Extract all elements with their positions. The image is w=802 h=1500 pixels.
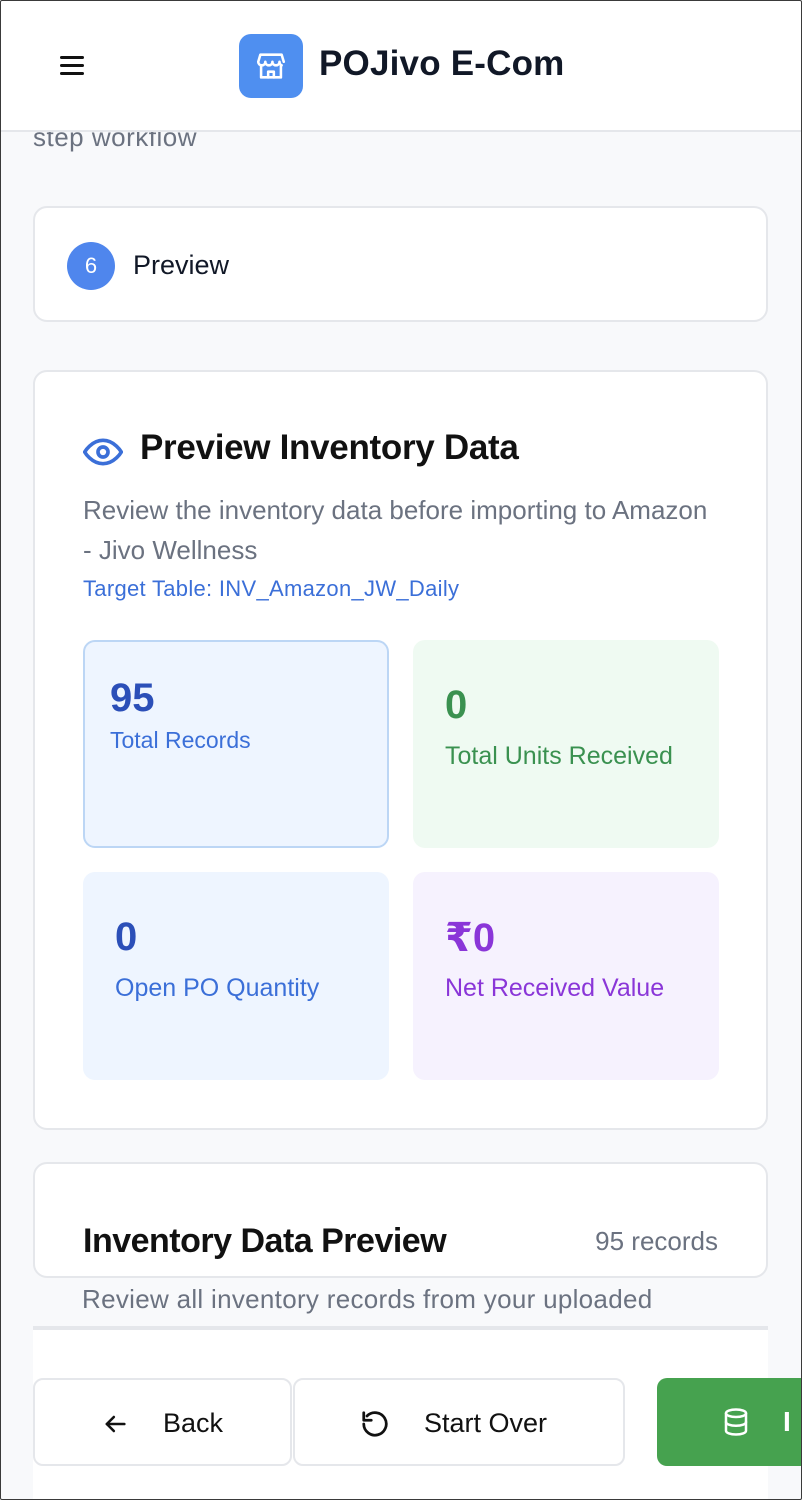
stat-label: Total Units Received: [445, 742, 673, 770]
import-button-label: I: [783, 1406, 791, 1437]
hamburger-menu-button[interactable]: [58, 52, 86, 80]
database-icon: [721, 1407, 751, 1437]
import-button[interactable]: I: [657, 1378, 802, 1466]
step-number-badge: 6: [67, 242, 115, 290]
preview-title: Preview Inventory Data: [140, 428, 519, 467]
stat-label: Open PO Quantity: [115, 974, 320, 1002]
stat-value: 0: [115, 915, 138, 959]
stat-open-po-quantity: 0 Open PO Quantity: [83, 872, 389, 1080]
target-table-label: Target Table: INV_Amazon_JW_Daily: [83, 576, 460, 601]
stat-total-records: 95 Total Records: [83, 640, 389, 848]
stat-label: Total Records: [110, 727, 251, 753]
start-over-button-label: Start Over: [424, 1408, 548, 1438]
preview-description: Review the inventory data before importi…: [83, 495, 708, 565]
preview-inventory-card: Preview Inventory Data Review the invent…: [33, 370, 768, 1130]
step-label: Preview: [133, 250, 230, 280]
start-over-button[interactable]: Start Over: [293, 1378, 625, 1466]
stat-value: 0: [445, 683, 468, 727]
stat-value: 95: [110, 676, 155, 720]
stat-net-received-value: ₹0 Net Received Value: [413, 872, 719, 1080]
step-card: 6 Preview: [33, 206, 768, 322]
eye-icon: [82, 432, 124, 477]
app-header: POJivo E-Com: [0, 0, 802, 132]
stat-total-units-received: 0 Total Units Received: [413, 640, 719, 848]
app-title: POJivo E-Com: [319, 44, 565, 83]
arrow-left-icon: [101, 1410, 129, 1438]
inventory-preview-description: Review all inventory records from your u…: [82, 1284, 653, 1314]
back-button[interactable]: Back: [33, 1378, 292, 1466]
stat-label: Net Received Value: [445, 974, 665, 1002]
record-count: 95 records: [595, 1226, 718, 1256]
back-button-label: Back: [163, 1408, 224, 1438]
stat-value: ₹0: [445, 916, 496, 960]
inventory-preview-title: Inventory Data Preview: [83, 1222, 447, 1260]
rotate-ccw-icon: [360, 1409, 390, 1439]
inventory-preview-card: Inventory Data Preview 95 records: [33, 1162, 768, 1278]
store-icon: [239, 34, 303, 98]
